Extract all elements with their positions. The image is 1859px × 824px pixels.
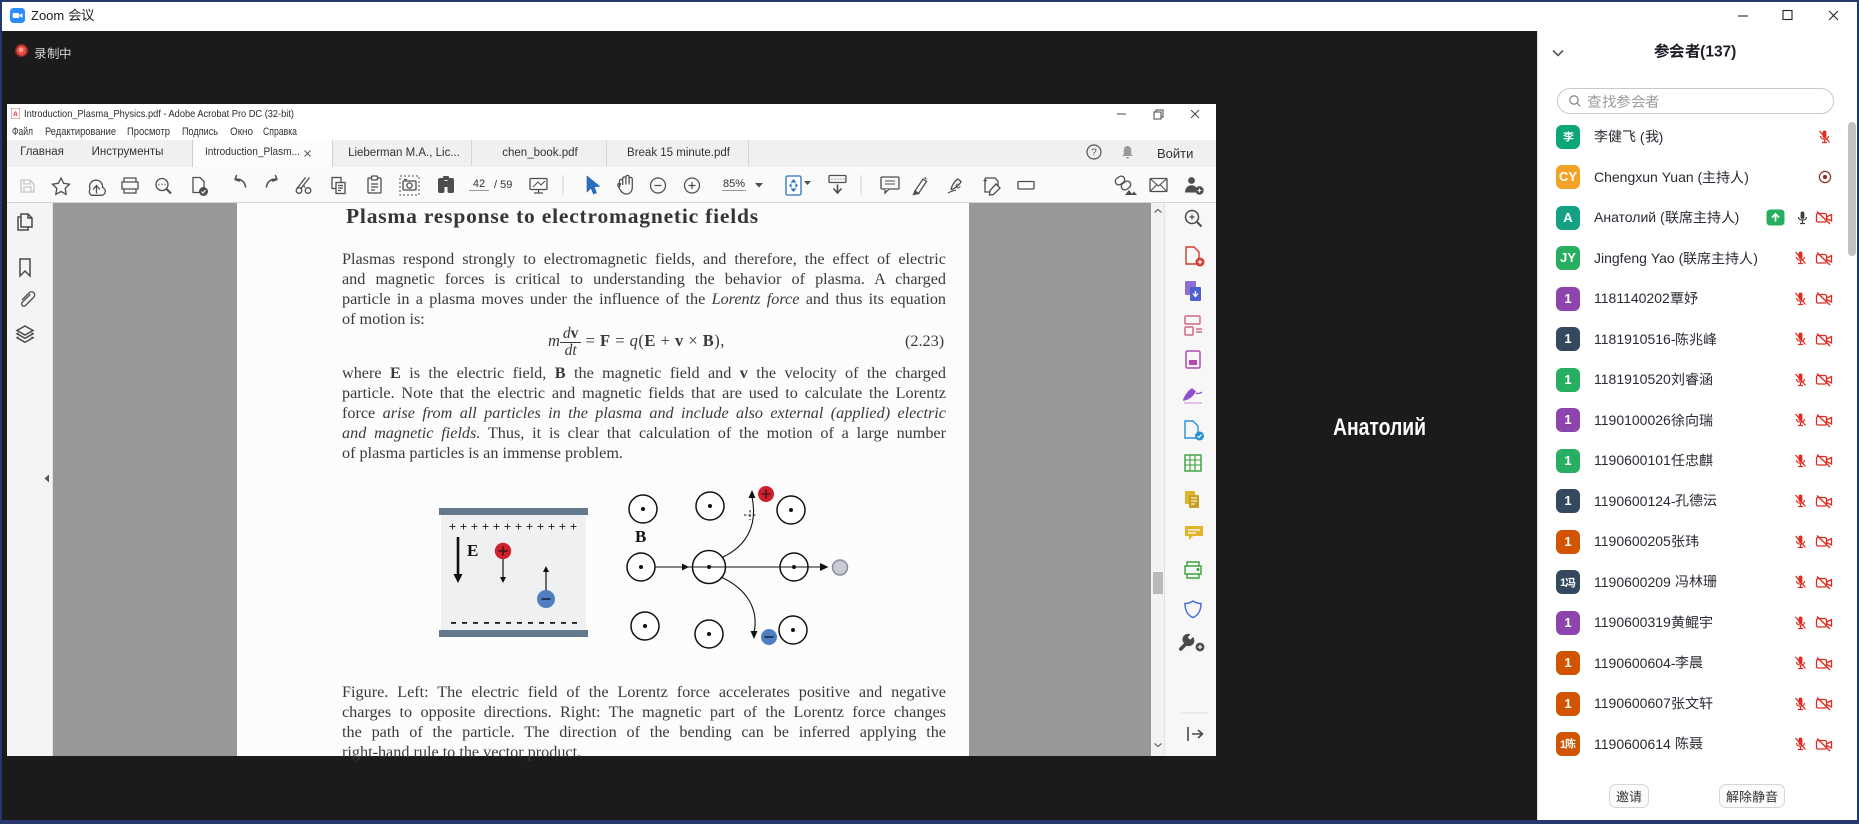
svg-text:+: + [548, 519, 555, 534]
svg-text:+: + [504, 519, 511, 534]
svg-text:E: E [467, 541, 478, 560]
svg-text:?: ? [1091, 148, 1097, 159]
svg-text:+: + [471, 519, 478, 534]
svg-text:+: + [526, 519, 533, 534]
svg-text:B: B [635, 527, 646, 546]
svg-text:+: + [515, 519, 522, 534]
svg-text:+: + [570, 519, 577, 534]
svg-text:+: + [482, 519, 489, 534]
svg-text:+: + [460, 519, 467, 534]
svg-text:+: + [559, 519, 566, 534]
svg-text:+: + [493, 519, 500, 534]
svg-text:A: A [13, 111, 18, 118]
svg-text:+: + [537, 519, 544, 534]
svg-text:+: + [449, 519, 456, 534]
